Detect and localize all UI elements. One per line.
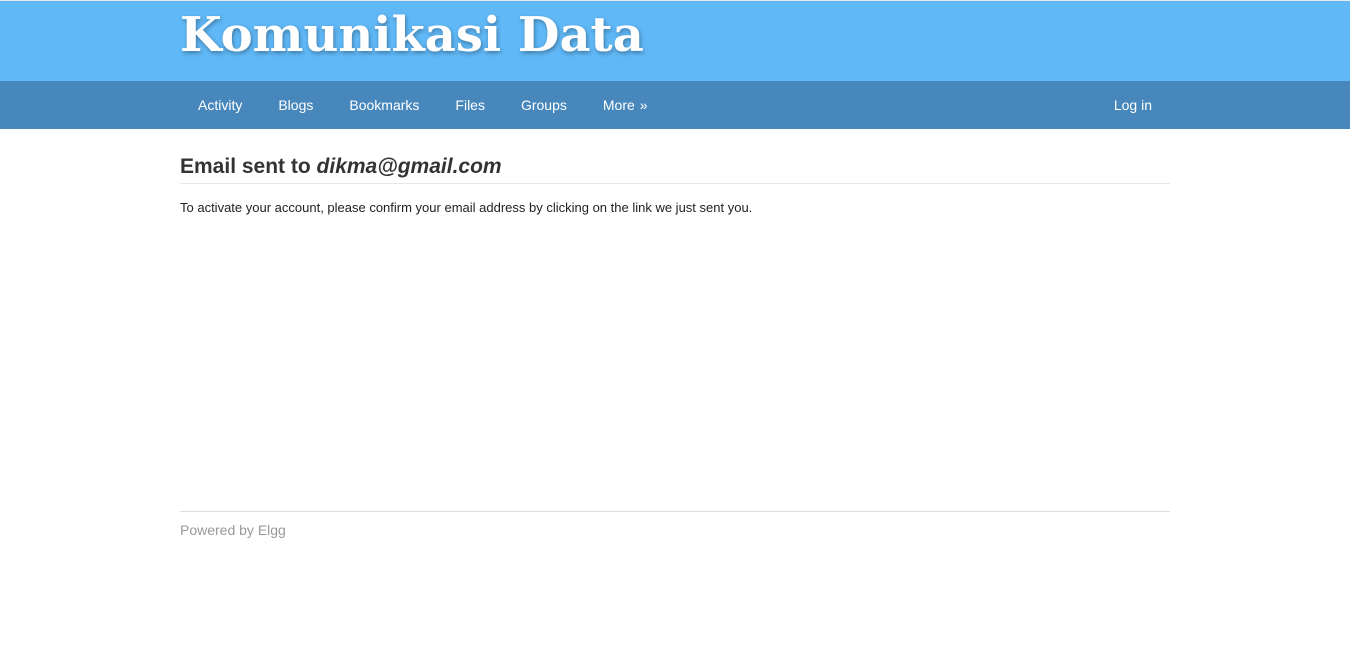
- activation-message: To activate your account, please confirm…: [180, 200, 753, 215]
- nav-item-groups[interactable]: Groups: [503, 81, 585, 129]
- main-navigation-inner: Activity Blogs Bookmarks Files Groups Mo…: [180, 81, 1170, 129]
- page-title: Email sent to dikma@gmail.com: [180, 155, 1170, 184]
- double-chevron-right-icon: »: [639, 97, 648, 113]
- page-title-email: dikma@gmail.com: [316, 155, 502, 178]
- site-header-inner: Komunikasi Data: [180, 1, 1170, 81]
- powered-by-link[interactable]: Powered by Elgg: [180, 522, 286, 538]
- login-link[interactable]: Log in: [1096, 81, 1170, 129]
- nav-item-bookmarks[interactable]: Bookmarks: [331, 81, 437, 129]
- nav-item-files[interactable]: Files: [437, 81, 503, 129]
- site-title-link[interactable]: Komunikasi Data: [180, 7, 644, 63]
- site-header: Komunikasi Data: [0, 0, 1350, 81]
- main-content: Email sent to dikma@gmail.com To activat…: [180, 129, 1170, 511]
- site-footer: Powered by Elgg: [180, 511, 1170, 540]
- nav-item-more-label: More: [602, 97, 635, 113]
- nav-item-more[interactable]: More»: [585, 81, 666, 129]
- nav-item-activity[interactable]: Activity: [180, 81, 260, 129]
- main-navigation: Activity Blogs Bookmarks Files Groups Mo…: [0, 81, 1350, 129]
- page-title-prefix: Email sent to: [180, 155, 311, 178]
- nav-item-blogs[interactable]: Blogs: [260, 81, 331, 129]
